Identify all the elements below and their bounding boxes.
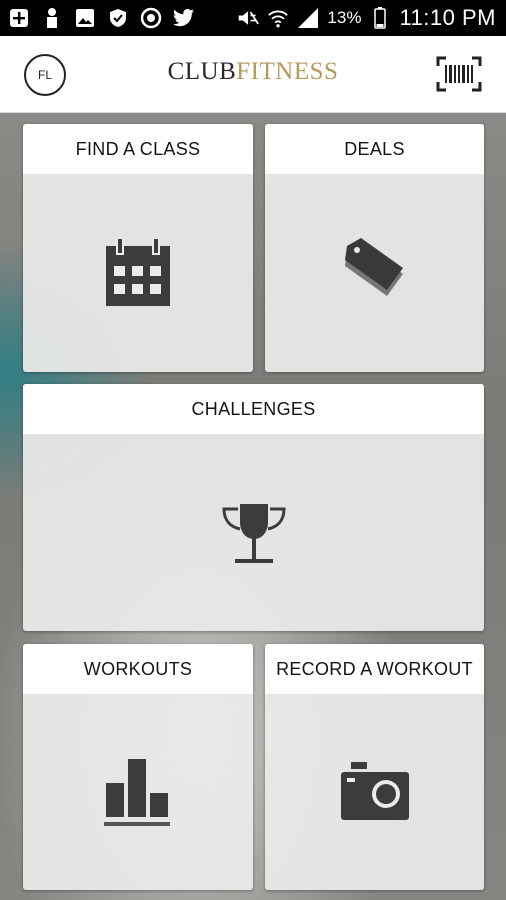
tag-icon [344,238,403,296]
tile-label: RECORD A WORKOUT [265,644,484,694]
shield-icon [107,7,129,29]
battery-icon [369,7,391,29]
status-bar: 13% 11:10 PM [0,0,506,36]
camera-icon [340,762,409,820]
battery-percent: 13% [327,8,362,27]
tile-label: CHALLENGES [23,384,484,434]
wifi-icon [267,7,289,29]
trophy-icon [221,503,286,563]
barcode-button[interactable] [436,56,482,92]
tile-workouts[interactable]: WORKOUTS [23,644,253,890]
plus-box-icon [8,7,30,29]
twitter-icon [173,7,195,29]
image-icon [74,7,96,29]
tile-label: FIND A CLASS [23,124,253,174]
barcode-icon [436,56,482,92]
calendar-icon [106,238,170,306]
tile-deals[interactable]: DEALS [265,124,484,372]
tile-find-a-class[interactable]: FIND A CLASS [23,124,253,372]
app-header: FL CLUBFITNESS [0,36,506,113]
bar-chart-icon [104,759,170,826]
tile-challenges[interactable]: CHALLENGES [23,384,484,631]
logo-fitness-text: FITNESS [236,58,339,85]
sync-icon [140,7,162,29]
person-icon [41,7,63,29]
system-status: 13% 11:10 PM [237,5,496,31]
tile-label: WORKOUTS [23,644,253,694]
tile-label: DEALS [265,124,484,174]
logo-club-text: CLUB [167,58,237,85]
mute-icon [237,7,260,29]
signal-icon [297,7,319,29]
club-fitness-logo: CLUBFITNESS [0,58,506,86]
clock: 11:10 PM [399,5,496,30]
tile-record-a-workout[interactable]: RECORD A WORKOUT [265,644,484,890]
notification-icons [8,7,195,29]
